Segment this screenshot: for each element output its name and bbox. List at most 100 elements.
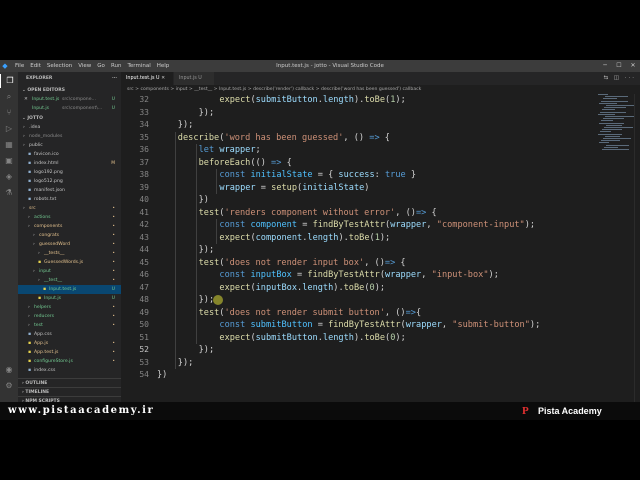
code-token: wrapper [385,270,422,280]
code-token: wrapper [219,182,256,193]
explorer-icon[interactable]: ❐ [0,74,19,88]
tree-folder[interactable]: › __tests__ • [18,249,121,258]
tree-file[interactable]: ▪ Input.js U [18,294,121,303]
close-window-icon[interactable]: ✕ [626,60,640,72]
flask-icon[interactable]: ⚗ [0,186,18,200]
tree-file[interactable]: ▪ index.html M [18,159,121,168]
code-token: ); [524,220,536,230]
tree-file[interactable]: ▪ robots.txt [18,195,121,204]
tree-file[interactable]: ▪ GuessedWords.js • [18,258,121,267]
tree-folder[interactable]: › test • [18,321,121,330]
code-token: toBe [343,282,365,293]
run-debug-icon[interactable]: ▷ [0,122,18,136]
menu-terminal[interactable]: Terminal [124,63,153,69]
line-number: 37 [139,157,149,167]
menu-file[interactable]: File [12,63,27,69]
open-editor-name: Input.js [32,106,50,111]
tree-file[interactable]: ▪ configureStore.js • [18,357,121,366]
docker-icon[interactable]: ◈ [0,170,18,184]
tree-file[interactable]: ▪ App.js • [18,339,121,348]
menu-selection[interactable]: Selection [44,63,75,69]
open-editor-item[interactable]: ✕ Input.test.js src\compone... U [18,95,121,104]
project-header[interactable]: ⌄ JOTTO [18,114,121,123]
code-token: , () [364,257,385,268]
tree-file[interactable]: ▪ manifest.json [18,186,121,195]
tree-folder[interactable]: › actions • [18,213,121,222]
code-token: test [198,307,220,318]
tab-input-js[interactable]: Input.js U [174,72,214,85]
tree-folder[interactable]: › node_modules [18,132,121,141]
line-number: 54 [139,370,149,379]
vscode-window: ◆ File Edit Selection View Go Run Terminal Help… [0,60,640,417]
tree-folder[interactable]: › guessedWord • [18,240,121,249]
tree-folder[interactable]: › components • [18,222,121,231]
tree-file[interactable]: ▪ logo512.png [18,177,121,186]
search-icon[interactable]: ⌕ [0,90,18,104]
tree-item-label: logo512.png [34,179,63,184]
tree-folder[interactable]: › reducers • [18,312,121,321]
line-number: 45 [139,257,149,267]
minimap-line [599,102,617,104]
code-token: => [271,157,282,168]
minimize-icon[interactable]: ─ [598,60,612,72]
tree-item-label: GuessedWords.js [44,260,84,265]
tree-file[interactable]: ▪ Input.test.js U [18,285,121,294]
menu-help[interactable]: Help [154,63,173,69]
code-token: length [322,95,354,105]
close-tab-icon[interactable]: ✕ [161,76,165,81]
code-editor[interactable]: expect(submitButton.length).toBe(1);});}… [151,94,591,405]
tree-folder[interactable]: › .idea [18,123,121,132]
code-token: 'word has been guessed' [224,132,344,143]
tree-file[interactable]: ▪ favicon.ico [18,150,121,159]
tree-folder[interactable]: › __test__ • [18,276,121,285]
code-token: const [219,320,246,330]
close-editor-icon[interactable]: ✕ [24,95,28,104]
indent-guide [174,131,176,369]
tree-file[interactable]: ▪ App.test.js • [18,348,121,357]
open-editor-item[interactable]: Input.js src\component\... U [18,104,121,113]
line-number: 40 [139,195,149,204]
git-status-badge: U [111,106,115,111]
menu-edit[interactable]: Edit [27,63,44,69]
menu-view[interactable]: View [75,63,94,69]
tree-folder[interactable]: › helpers • [18,303,121,312]
menu-go[interactable]: Go [94,63,108,69]
account-icon[interactable]: ◉ [0,363,18,377]
minimap-line [603,118,624,120]
code-line: expect(submitButton.length).toBe(1); [219,94,405,107]
tree-folder[interactable]: › congrats • [18,231,121,240]
remote-explorer-icon[interactable]: ▣ [0,154,18,168]
minimap-line [600,111,626,113]
extensions-icon[interactable]: ▦ [0,138,18,152]
file-type-icon: ▪ [38,260,42,265]
git-status-badge: U [111,97,115,102]
code-line: expect(submitButton.length).toBe(0); [219,332,405,345]
git-status-badge: • [112,305,115,310]
tree-file[interactable]: ▪ App.css [18,330,121,339]
maximize-icon[interactable]: ☐ [612,60,626,72]
tree-file[interactable]: ▪ logo192.png [18,168,121,177]
vertical-scrollbar[interactable] [634,94,640,405]
open-editors-header[interactable]: ⌄ OPEN EDITORS [18,86,121,95]
tree-file[interactable]: ▪ index.css [18,366,121,375]
minimap-line [604,127,633,128]
tree-folder[interactable]: › src • [18,204,121,213]
code-token: ). [333,282,344,293]
code-token: ). [353,332,365,343]
tab-input-test-js[interactable]: Input.test.js U ✕ [121,72,173,85]
menu-run[interactable]: Run [108,63,125,69]
code-token: }) [198,195,209,205]
line-number: 47 [139,282,149,292]
tree-folder[interactable]: › input • [18,267,121,276]
code-token: }); [177,357,194,368]
minimap-line [601,100,628,102]
minimap-line [603,138,631,139]
tree-folder[interactable]: › public [18,141,121,150]
editor-actions[interactable]: ⇆ ◫ ··· [603,72,636,85]
minimap[interactable] [598,94,637,154]
source-control-icon[interactable]: ⑂ [0,106,18,120]
settings-gear-icon[interactable]: ⚙ [0,379,18,393]
code-token: ); [529,320,541,330]
git-status-badge: • [112,242,115,247]
breadcrumb[interactable]: src > components > input > __test__ > In… [121,85,640,94]
